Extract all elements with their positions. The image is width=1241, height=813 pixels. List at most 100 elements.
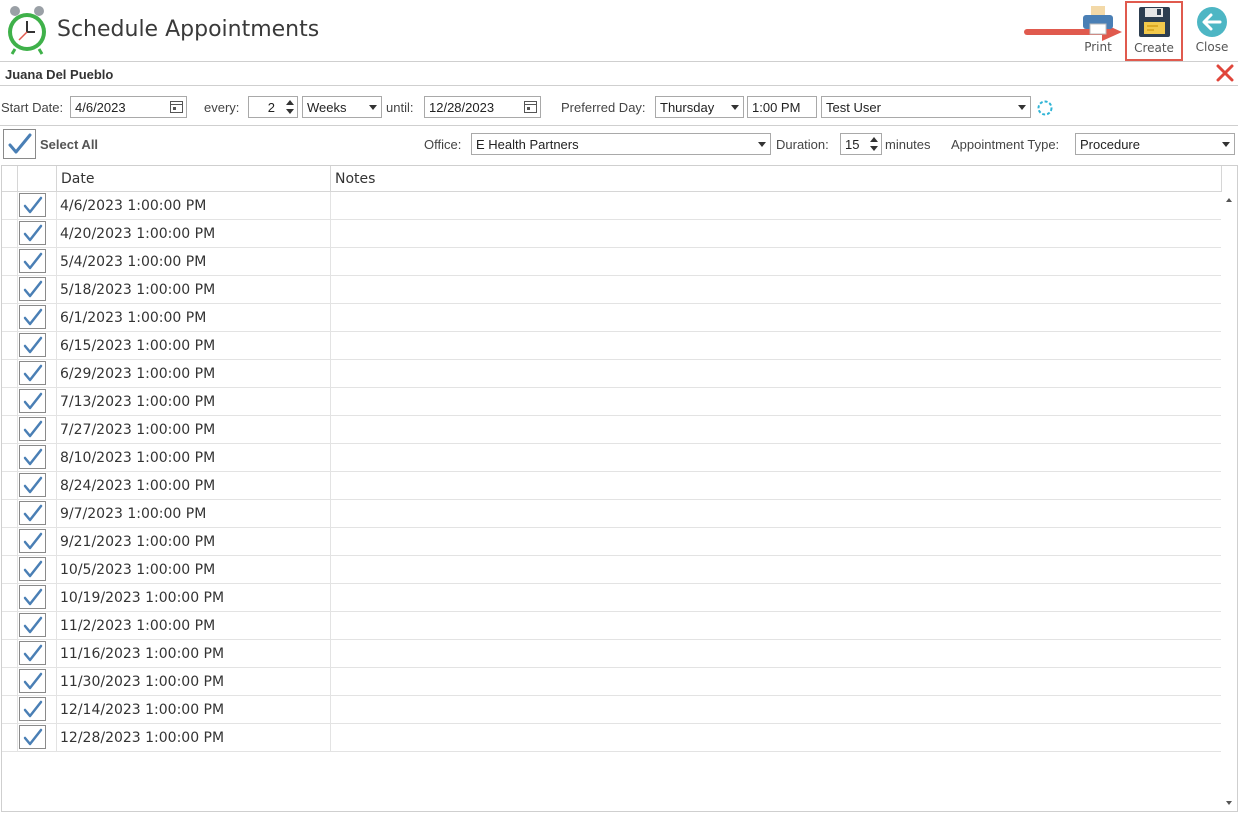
preferred-day-select[interactable]: Thursday [655, 96, 744, 118]
date-cell[interactable]: 12/28/2023 1:00:00 PM [57, 724, 331, 751]
table-row[interactable]: 4/20/2023 1:00:00 PM [2, 220, 1221, 248]
date-cell[interactable]: 11/16/2023 1:00:00 PM [57, 640, 331, 667]
vertical-scrollbar[interactable] [1222, 192, 1237, 811]
notes-cell[interactable] [331, 360, 1221, 387]
row-checkbox[interactable] [19, 221, 46, 245]
row-checkbox[interactable] [19, 529, 46, 553]
table-row[interactable]: 10/19/2023 1:00:00 PM [2, 584, 1221, 612]
row-checkbox[interactable] [19, 473, 46, 497]
refresh-icon[interactable] [1036, 99, 1054, 121]
notes-cell[interactable] [331, 472, 1221, 499]
row-checkbox[interactable] [19, 305, 46, 329]
spin-arrows-icon[interactable] [285, 99, 295, 115]
table-row[interactable]: 7/27/2023 1:00:00 PM [2, 416, 1221, 444]
notes-cell[interactable] [331, 388, 1221, 415]
create-button[interactable]: Create [1125, 1, 1183, 61]
date-cell[interactable]: 6/29/2023 1:00:00 PM [57, 360, 331, 387]
user-select[interactable]: Test User [821, 96, 1031, 118]
duration-stepper[interactable]: 15 [840, 133, 882, 155]
period-select[interactable]: Weeks [302, 96, 382, 118]
date-column-header[interactable]: Date [57, 166, 331, 191]
clear-patient-icon[interactable] [1216, 64, 1234, 82]
table-row[interactable]: 12/28/2023 1:00:00 PM [2, 724, 1221, 752]
date-cell[interactable]: 10/5/2023 1:00:00 PM [57, 556, 331, 583]
table-row[interactable]: 5/4/2023 1:00:00 PM [2, 248, 1221, 276]
table-row[interactable]: 7/13/2023 1:00:00 PM [2, 388, 1221, 416]
notes-cell[interactable] [331, 248, 1221, 275]
table-row[interactable]: 12/14/2023 1:00:00 PM [2, 696, 1221, 724]
table-row[interactable]: 11/16/2023 1:00:00 PM [2, 640, 1221, 668]
appointment-type-select[interactable]: Procedure [1075, 133, 1235, 155]
row-checkbox[interactable] [19, 193, 46, 217]
table-row[interactable]: 6/15/2023 1:00:00 PM [2, 332, 1221, 360]
table-row[interactable]: 11/2/2023 1:00:00 PM [2, 612, 1221, 640]
until-date-field[interactable]: 12/28/2023 [424, 96, 541, 118]
date-cell[interactable]: 9/21/2023 1:00:00 PM [57, 528, 331, 555]
select-all-checkbox[interactable] [3, 129, 36, 159]
table-row[interactable]: 6/29/2023 1:00:00 PM [2, 360, 1221, 388]
row-checkbox[interactable] [19, 361, 46, 385]
start-date-field[interactable]: 4/6/2023 [70, 96, 187, 118]
scroll-down-icon[interactable] [1226, 801, 1232, 805]
row-checkbox[interactable] [19, 501, 46, 525]
notes-cell[interactable] [331, 556, 1221, 583]
table-row[interactable]: 8/10/2023 1:00:00 PM [2, 444, 1221, 472]
date-cell[interactable]: 6/15/2023 1:00:00 PM [57, 332, 331, 359]
date-cell[interactable]: 12/14/2023 1:00:00 PM [57, 696, 331, 723]
row-checkbox[interactable] [19, 249, 46, 273]
row-checkbox[interactable] [19, 585, 46, 609]
date-cell[interactable]: 8/10/2023 1:00:00 PM [57, 444, 331, 471]
notes-cell[interactable] [331, 696, 1221, 723]
date-cell[interactable]: 7/27/2023 1:00:00 PM [57, 416, 331, 443]
notes-cell[interactable] [331, 220, 1221, 247]
date-cell[interactable]: 7/13/2023 1:00:00 PM [57, 388, 331, 415]
row-checkbox[interactable] [19, 445, 46, 469]
date-cell[interactable]: 5/4/2023 1:00:00 PM [57, 248, 331, 275]
notes-cell[interactable] [331, 500, 1221, 527]
every-stepper[interactable]: 2 [248, 96, 298, 118]
table-row[interactable]: 6/1/2023 1:00:00 PM [2, 304, 1221, 332]
row-checkbox[interactable] [19, 333, 46, 357]
table-row[interactable]: 9/21/2023 1:00:00 PM [2, 528, 1221, 556]
date-cell[interactable]: 9/7/2023 1:00:00 PM [57, 500, 331, 527]
notes-cell[interactable] [331, 668, 1221, 695]
time-field[interactable]: 1:00 PM [747, 96, 817, 118]
date-cell[interactable]: 8/24/2023 1:00:00 PM [57, 472, 331, 499]
notes-cell[interactable] [331, 640, 1221, 667]
notes-cell[interactable] [331, 332, 1221, 359]
table-row[interactable]: 4/6/2023 1:00:00 PM [2, 192, 1221, 220]
notes-cell[interactable] [331, 724, 1221, 751]
row-checkbox[interactable] [19, 669, 46, 693]
notes-cell[interactable] [331, 192, 1221, 219]
row-checkbox[interactable] [19, 725, 46, 749]
notes-cell[interactable] [331, 444, 1221, 471]
print-button[interactable]: Print [1077, 2, 1119, 58]
notes-cell[interactable] [331, 612, 1221, 639]
calendar-icon[interactable] [170, 100, 183, 113]
table-row[interactable]: 10/5/2023 1:00:00 PM [2, 556, 1221, 584]
calendar-icon[interactable] [524, 100, 537, 113]
office-select[interactable]: E Health Partners [471, 133, 771, 155]
table-row[interactable]: 11/30/2023 1:00:00 PM [2, 668, 1221, 696]
close-button[interactable]: Close [1191, 2, 1233, 58]
date-cell[interactable]: 10/19/2023 1:00:00 PM [57, 584, 331, 611]
notes-cell[interactable] [331, 528, 1221, 555]
row-checkbox[interactable] [19, 557, 46, 581]
row-checkbox[interactable] [19, 613, 46, 637]
date-cell[interactable]: 11/30/2023 1:00:00 PM [57, 668, 331, 695]
row-checkbox[interactable] [19, 277, 46, 301]
spin-arrows-icon[interactable] [869, 136, 879, 152]
notes-cell[interactable] [331, 276, 1221, 303]
date-cell[interactable]: 5/18/2023 1:00:00 PM [57, 276, 331, 303]
date-cell[interactable]: 6/1/2023 1:00:00 PM [57, 304, 331, 331]
table-row[interactable]: 8/24/2023 1:00:00 PM [2, 472, 1221, 500]
table-row[interactable]: 9/7/2023 1:00:00 PM [2, 500, 1221, 528]
select-all-label[interactable]: Select All [40, 137, 98, 152]
date-cell[interactable]: 4/20/2023 1:00:00 PM [57, 220, 331, 247]
row-checkbox[interactable] [19, 389, 46, 413]
row-checkbox[interactable] [19, 697, 46, 721]
notes-cell[interactable] [331, 416, 1221, 443]
notes-column-header[interactable]: Notes [331, 166, 1222, 191]
notes-cell[interactable] [331, 304, 1221, 331]
row-checkbox[interactable] [19, 417, 46, 441]
